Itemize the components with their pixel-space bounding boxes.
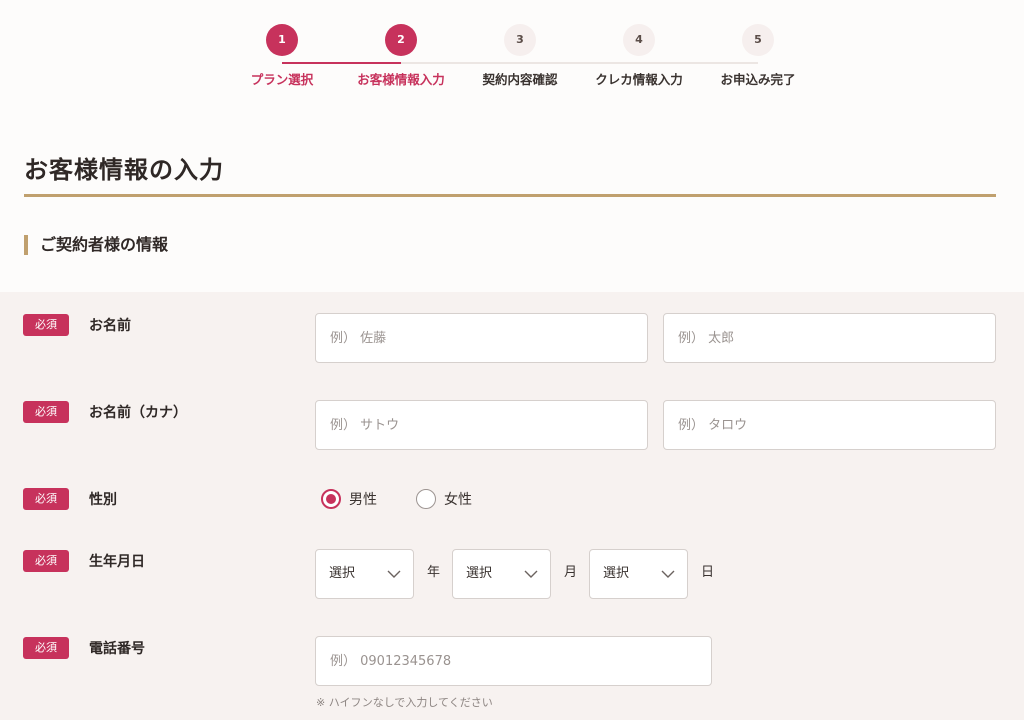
step-label: 契約内容確認 <box>482 72 558 87</box>
step-number: 2 <box>385 24 417 56</box>
section-heading: ご契約者様の情報 <box>24 235 168 255</box>
birth-month-select[interactable]: 選択 <box>452 549 551 599</box>
field-label: お名前 <box>89 318 131 334</box>
birth-day-select[interactable]: 選択 <box>589 549 688 599</box>
step-number: 5 <box>742 24 774 56</box>
day-unit: 日 <box>701 565 715 580</box>
chevron-down-icon <box>524 570 538 578</box>
step-number: 3 <box>504 24 536 56</box>
chevron-down-icon <box>661 570 675 578</box>
radio-selected-icon <box>321 489 341 509</box>
step-2: 2 お客様情報入力 <box>341 22 461 88</box>
month-unit: 月 <box>564 565 578 580</box>
step-label: お客様情報入力 <box>357 72 445 87</box>
step-5: 5 お申込み完了 <box>698 22 818 88</box>
step-label: プラン選択 <box>250 72 314 87</box>
radio-label: 男性 <box>349 492 377 508</box>
field-label: 生年月日 <box>89 554 145 570</box>
step-number: 1 <box>266 24 298 56</box>
required-badge: 必須 <box>23 550 69 572</box>
field-label: 性別 <box>89 492 117 508</box>
last-name-kana-input[interactable] <box>315 400 648 450</box>
step-label: お申込み完了 <box>720 72 796 87</box>
first-name-input[interactable] <box>663 313 996 363</box>
select-value: 選択 <box>466 566 493 581</box>
required-badge: 必須 <box>23 637 69 659</box>
select-value: 選択 <box>603 566 630 581</box>
radio-unselected-icon <box>416 489 436 509</box>
step-4: 4 クレカ情報入力 <box>579 22 699 88</box>
required-badge: 必須 <box>23 488 69 510</box>
radio-label: 女性 <box>444 492 472 508</box>
required-badge: 必須 <box>23 401 69 423</box>
gender-male-radio[interactable]: 男性 <box>321 489 377 509</box>
step-3: 3 契約内容確認 <box>460 22 580 88</box>
last-name-input[interactable] <box>315 313 648 363</box>
progress-stepper: 1 プラン選択 2 お客様情報入力 3 契約内容確認 4 クレカ情報入力 5 お… <box>0 22 1024 92</box>
first-name-kana-input[interactable] <box>663 400 996 450</box>
field-label: お名前（カナ） <box>89 405 187 421</box>
select-value: 選択 <box>329 566 356 581</box>
step-1: 1 プラン選択 <box>222 22 342 88</box>
phone-input[interactable] <box>315 636 712 686</box>
birth-year-select[interactable]: 選択 <box>315 549 414 599</box>
gender-female-radio[interactable]: 女性 <box>416 489 472 509</box>
title-divider <box>24 194 996 197</box>
phone-hint: ※ ハイフンなしで入力してください <box>316 696 493 709</box>
page-title: お客様情報の入力 <box>24 156 224 184</box>
year-unit: 年 <box>427 565 441 580</box>
chevron-down-icon <box>387 570 401 578</box>
step-label: クレカ情報入力 <box>595 72 683 87</box>
contract-holder-form: 必須 お名前 必須 お名前（カナ） 必須 性別 男性 女性 必須 生年月日 選択 <box>0 292 1024 720</box>
field-label: 電話番号 <box>89 641 145 657</box>
step-number: 4 <box>623 24 655 56</box>
required-badge: 必須 <box>23 314 69 336</box>
